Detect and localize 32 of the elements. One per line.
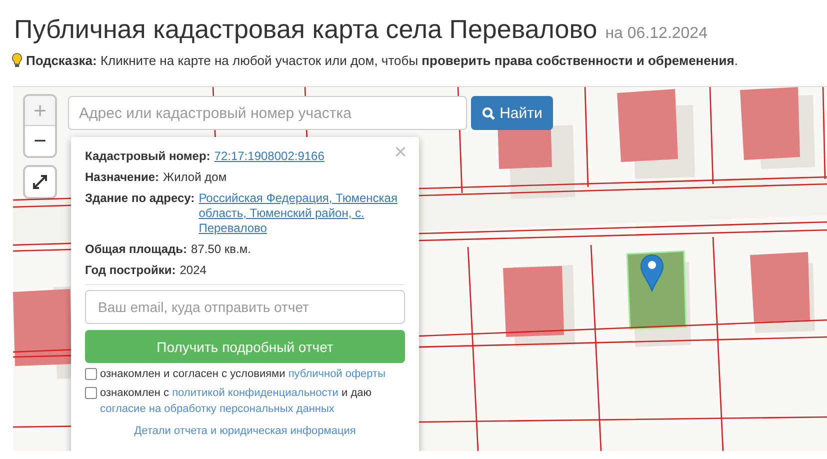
consent-checkbox[interactable]: [85, 387, 97, 399]
page-title: Публичная кадастровая карта села Перевалово: [14, 14, 598, 45]
consent-link[interactable]: политикой конфиденциальности: [172, 387, 338, 399]
field-label: Кадастровый номер:: [85, 149, 210, 164]
consent-link[interactable]: публичной оферты: [288, 368, 386, 380]
lightbulb-icon: [12, 53, 22, 68]
consent-checkbox[interactable]: [85, 368, 97, 380]
consent-text: ознакомлен с политикой конфиденциальности и даю согласие на обработку персональных данных: [100, 386, 372, 417]
field-value: 2024: [180, 263, 206, 278]
field-link[interactable]: Российская Федерация, Тюменская область, Тюменский район, с. Перевалово: [198, 191, 405, 236]
details-link[interactable]: Детали отчета и юридическая информация: [85, 425, 405, 437]
date-label: на 06.12.2024: [605, 25, 708, 43]
hint-text: Подсказка: Кликните на карте на любой участок или дом, чтобы проверить права собственности и обременения.: [26, 53, 738, 68]
search-button[interactable]: Найти: [471, 96, 553, 130]
report-button[interactable]: Получить подробный отчет: [85, 330, 405, 363]
map-pin-icon[interactable]: [640, 254, 664, 292]
email-field[interactable]: Ваш email, куда отправить отчет: [85, 290, 405, 324]
field-link[interactable]: 72:17:1908002:9166: [214, 149, 324, 164]
close-button[interactable]: ×: [390, 139, 411, 165]
field-label: Общая площадь:: [85, 242, 188, 257]
expand-icon: [33, 175, 47, 189]
fullscreen-button[interactable]: [25, 167, 55, 197]
search-icon: [482, 106, 495, 120]
field-value: Жилой дом: [163, 170, 227, 185]
search-field[interactable]: Адрес или кадастровый номер участка: [68, 96, 467, 130]
field-value: 87.50 кв.м.: [191, 242, 251, 257]
consent-text: ознакомлен и согласен с условиями публичной оферты: [100, 367, 386, 382]
zoom-in-button[interactable]: +: [25, 96, 55, 126]
consent-link[interactable]: согласие на обработку персональных данных: [100, 403, 334, 415]
field-label: Здание по адресу:: [85, 191, 195, 207]
field-label: Год постройки:: [85, 263, 176, 278]
field-label: Назначение:: [85, 170, 160, 185]
